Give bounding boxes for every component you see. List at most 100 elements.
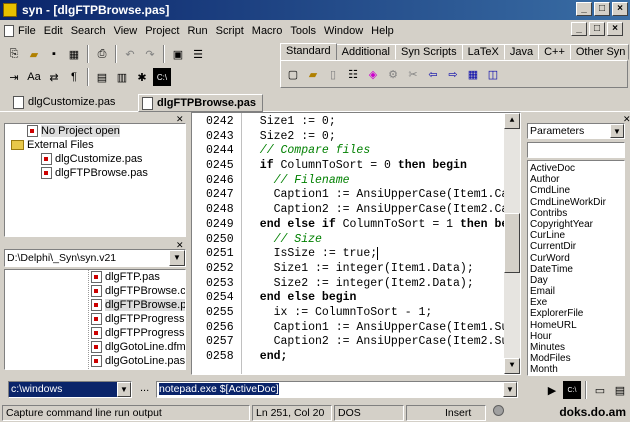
tree-folder[interactable]: External Files	[27, 139, 94, 151]
code-line[interactable]: Caption2 := AnsiUpperCase(Item2.Ca	[246, 203, 504, 218]
palette-cut-icon[interactable]: ✂	[404, 65, 422, 83]
list-item[interactable]: CopyrightYear	[528, 219, 624, 230]
list-item[interactable]: Day	[528, 275, 624, 286]
list-item[interactable]: HomeURL	[528, 320, 624, 331]
code-line[interactable]: Caption1 := AnsiUpperCase(Item1.Ca	[246, 188, 504, 203]
menu-macro[interactable]: Macro	[248, 25, 287, 37]
command-input[interactable]: notepad.exe $[ActiveDoc] ▼	[156, 381, 518, 398]
palette-forward-icon[interactable]: ⇨	[444, 65, 462, 83]
tab-java[interactable]: Java	[503, 44, 540, 60]
palette-list-icon[interactable]: ☷	[344, 65, 362, 83]
palette-frame-icon[interactable]: ▢	[284, 65, 302, 83]
save-all-icon[interactable]: ▦	[65, 45, 83, 63]
scroll-up-icon[interactable]: ▲	[504, 113, 520, 129]
code-line[interactable]: IsSize := true;	[246, 247, 504, 262]
console-icon[interactable]: C:\	[563, 381, 581, 399]
scroll-thumb[interactable]	[504, 213, 520, 273]
indent-icon[interactable]: ⇥	[5, 68, 23, 86]
list-item[interactable]: DateTime	[528, 264, 624, 275]
code-line[interactable]: end else begin	[246, 291, 504, 306]
open-file-icon[interactable]: ▰	[25, 45, 43, 63]
tree-icon[interactable]: ▥	[113, 68, 131, 86]
save-icon[interactable]: ▪	[45, 45, 63, 63]
code-editor[interactable]: 0242 0243 0244 0245 0246 0247 0248 0249 0250 0251…	[191, 112, 521, 375]
list-item[interactable]: dlgFTP.pas	[105, 271, 160, 283]
list-item[interactable]: dlgGotoLine.dfm	[105, 341, 185, 353]
code-line[interactable]: Caption1 := AnsiUpperCase(Item1.Su	[246, 321, 504, 336]
menu-search[interactable]: Search	[67, 25, 110, 37]
print-icon[interactable]: ⎙	[93, 45, 111, 63]
run-icon[interactable]: ▶	[543, 381, 561, 399]
list-item[interactable]: dlgFTPProgress	[105, 327, 184, 339]
palette-grid-icon[interactable]: ▦	[464, 65, 482, 83]
redo-icon[interactable]: ↷	[141, 45, 159, 63]
palette-open-icon[interactable]: ▰	[304, 65, 322, 83]
menu-script[interactable]: Script	[212, 25, 248, 37]
code-line[interactable]: Size1 := 0;	[246, 115, 504, 130]
list-item[interactable]: Exe	[528, 297, 624, 308]
maximize-button[interactable]: □	[594, 2, 610, 16]
file-tab-customize[interactable]: dlgCustomize.pas	[10, 94, 121, 112]
output-icon[interactable]: ▭	[591, 381, 609, 399]
tab-additional[interactable]: Additional	[335, 44, 396, 60]
convert-icon[interactable]: ⇄	[45, 68, 63, 86]
tree-file[interactable]: dlgCustomize.pas	[55, 153, 142, 165]
list-item[interactable]: Month	[528, 364, 624, 375]
tree-close-icon[interactable]: ✕	[176, 114, 184, 125]
menu-help[interactable]: Help	[367, 25, 398, 37]
code-line[interactable]: ix := ColumnToSort - 1;	[246, 306, 504, 321]
list-item[interactable]: CmdLineWorkDir	[528, 197, 624, 208]
tab-other-syn[interactable]: Other Syn T	[569, 44, 629, 60]
list-item[interactable]: Hour	[528, 331, 624, 342]
tab-cpp[interactable]: C++	[538, 44, 571, 60]
console-icon[interactable]: C:\	[153, 68, 171, 86]
chevron-down-icon[interactable]: ▼	[503, 382, 517, 397]
menu-project[interactable]: Project	[141, 25, 183, 37]
eol-icon[interactable]: ¶	[65, 68, 83, 86]
code-line[interactable]: if ColumnToSort = 0 then begin	[246, 159, 504, 174]
chevron-down-icon[interactable]: ▼	[117, 382, 131, 397]
window-icon[interactable]: ▣	[169, 45, 187, 63]
project-icon[interactable]: ▤	[93, 68, 111, 86]
menu-tools[interactable]: Tools	[286, 25, 320, 37]
tab-latex[interactable]: LaTeX	[461, 44, 505, 60]
list-item[interactable]: CurLine	[528, 230, 624, 241]
palette-shapes-icon[interactable]: ◈	[364, 65, 382, 83]
dir-combo[interactable]: D:\Delphi\_Syn\syn.v21 ▼	[4, 249, 186, 267]
list-item[interactable]: Author	[528, 174, 624, 185]
list-item[interactable]: CurWord	[528, 253, 624, 264]
list-item[interactable]: dlgFTPBrowse.p	[105, 299, 185, 311]
tab-standard[interactable]: Standard	[280, 43, 337, 61]
code-line[interactable]: end else if ColumnToSort = 1 then be	[246, 218, 504, 233]
list-item[interactable]: dlgGotoLine.pas	[105, 355, 185, 367]
scroll-down-icon[interactable]: ▼	[504, 358, 520, 374]
mdi-minimize-button[interactable]: _	[571, 22, 587, 36]
code-line[interactable]: Caption2 := AnsiUpperCase(Item2.Su	[246, 335, 504, 350]
list-item[interactable]: ExplorerFile	[528, 308, 624, 319]
undo-icon[interactable]: ↶	[121, 45, 139, 63]
list-item[interactable]: Minutes	[528, 342, 624, 353]
capture-icon[interactable]: ▤	[611, 381, 629, 399]
list-item[interactable]: dlgFTPBrowse.c	[105, 285, 185, 297]
menu-file[interactable]: File	[14, 25, 40, 37]
palette-split-icon[interactable]: ◫	[484, 65, 502, 83]
chevron-down-icon[interactable]: ▼	[169, 250, 185, 266]
menu-view[interactable]: View	[110, 25, 142, 37]
mdi-restore-button[interactable]: □	[589, 22, 605, 36]
minimize-button[interactable]: _	[576, 2, 592, 16]
editor-vscroll[interactable]: ▲ ▼	[504, 113, 520, 374]
chevron-down-icon[interactable]: ▼	[610, 124, 624, 138]
dir-input[interactable]: c:\windows ▼	[8, 381, 132, 398]
palette-gear-icon[interactable]: ⚙	[384, 65, 402, 83]
new-file-icon[interactable]: ⎘	[5, 45, 23, 63]
code-line[interactable]: // Compare files	[246, 144, 504, 159]
code-line[interactable]: Size2 := 0;	[246, 130, 504, 145]
browse-button[interactable]: ...	[140, 382, 149, 394]
menu-window[interactable]: Window	[320, 25, 367, 37]
explorer-close-icon[interactable]: ✕	[176, 240, 184, 251]
list-item[interactable]: Contribs	[528, 208, 624, 219]
menu-edit[interactable]: Edit	[40, 25, 67, 37]
tree-file[interactable]: dlgFTPBrowse.pas	[55, 167, 148, 179]
palette-back-icon[interactable]: ⇦	[424, 65, 442, 83]
code-area[interactable]: Size1 := 0; Size2 := 0; // Compare files…	[246, 115, 504, 365]
